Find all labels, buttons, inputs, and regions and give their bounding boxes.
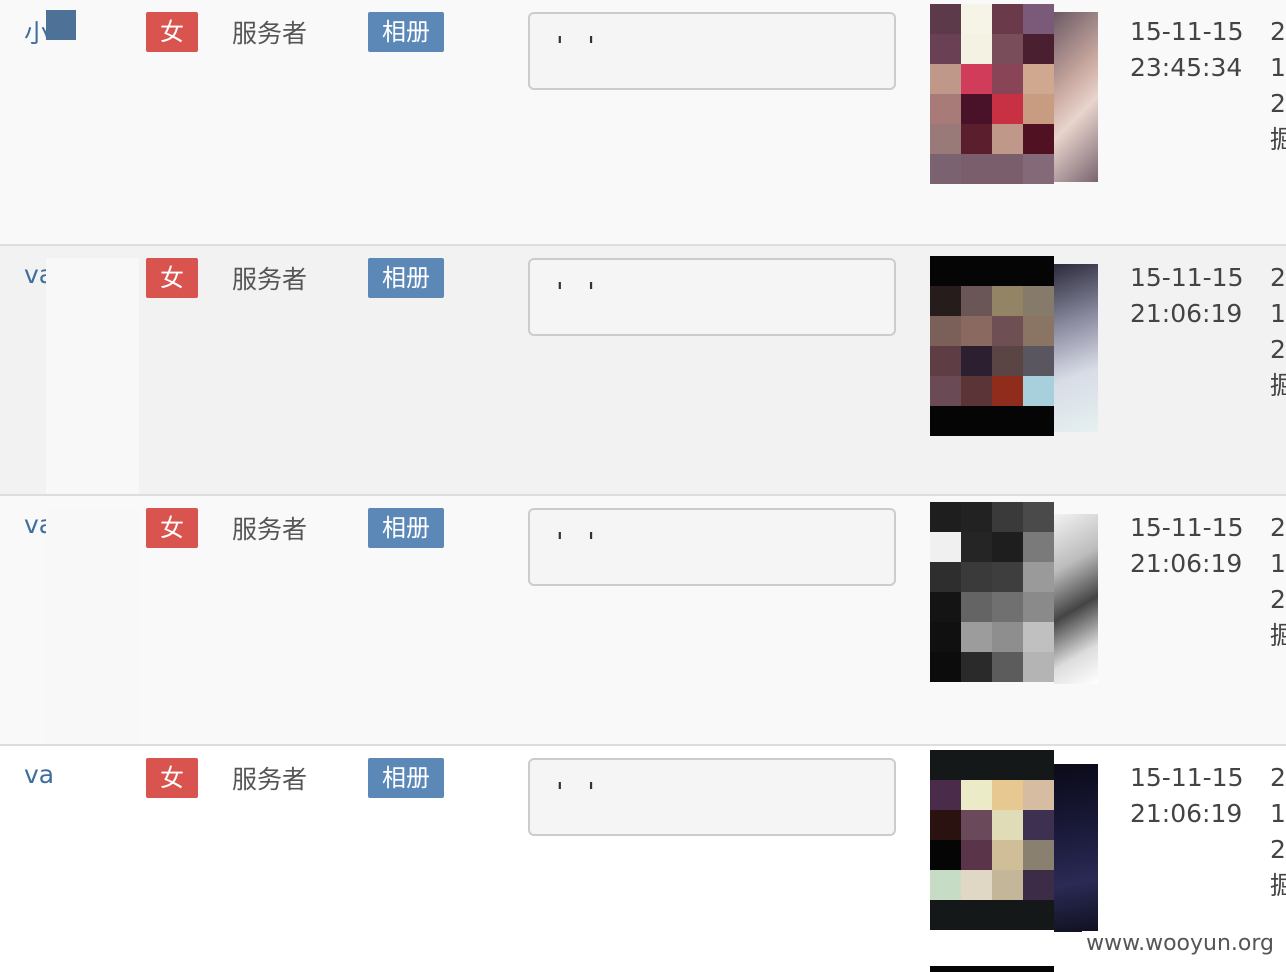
timestamp-time: 23:45:34	[1130, 53, 1243, 82]
avatar-photo[interactable]	[1054, 514, 1098, 684]
truncated-text: 2	[1270, 763, 1286, 792]
truncated-text: 1	[1270, 549, 1286, 578]
table-row: 小 女 服务者 相册 ' ' 15-11-15 23:45:34 2 1 2 掘	[0, 0, 1286, 250]
truncated-text: 1	[1270, 53, 1286, 82]
avatar-mosaic[interactable]	[930, 502, 1054, 682]
avatar-mosaic[interactable]	[930, 256, 1054, 436]
timestamp-date: 15-11-15	[1130, 763, 1244, 792]
quote-field: ' '	[528, 12, 896, 90]
gender-badge: 女	[146, 12, 198, 52]
gender-badge: 女	[146, 758, 198, 798]
timestamp-time: 21:06:19	[1130, 799, 1243, 828]
quote-text: ' '	[552, 278, 599, 308]
quote-text: ' '	[552, 778, 599, 808]
avatar-mosaic[interactable]	[930, 750, 1054, 930]
truncated-column: 2 1 2 掘	[1270, 14, 1286, 158]
role-label: 服务者	[232, 265, 308, 294]
timestamp: 15-11-15 21:06:19	[1130, 510, 1243, 582]
truncated-text: 2	[1270, 513, 1286, 542]
album-button[interactable]: 相册	[368, 758, 444, 798]
truncated-column: 2 1 2 掘	[1270, 760, 1286, 904]
quote-text: ' '	[552, 528, 599, 558]
truncated-text: 2	[1270, 17, 1286, 46]
username-link[interactable]: va	[24, 760, 54, 789]
role-label: 服务者	[232, 765, 308, 794]
redaction-block	[46, 258, 139, 504]
gender-badge: 女	[146, 258, 198, 298]
watermark: www.wooyun.org	[1082, 931, 1278, 956]
truncated-text: 2	[1270, 835, 1286, 864]
avatar-mosaic[interactable]	[930, 4, 1054, 184]
timestamp-date: 15-11-15	[1130, 513, 1244, 542]
quote-field: ' '	[528, 508, 896, 586]
table-row: va 女 服务者 相册 ' ' 15-11-15 21:06:19 2 1 2 …	[0, 244, 1286, 504]
album-button[interactable]: 相册	[368, 12, 444, 52]
timestamp-date: 15-11-15	[1130, 17, 1244, 46]
role-label: 服务者	[232, 515, 308, 544]
quote-field: ' '	[528, 758, 896, 836]
avatar-photo[interactable]	[1054, 12, 1098, 182]
table-row: va 女 服务者 相册 ' ' 15-11-15 21:06:19 2 1 2 …	[0, 494, 1286, 754]
truncated-text: 掘	[1270, 125, 1286, 154]
timestamp-time: 21:06:19	[1130, 549, 1243, 578]
timestamp-time: 21:06:19	[1130, 299, 1243, 328]
truncated-text: 掘	[1270, 871, 1286, 900]
truncated-text: 掘	[1270, 621, 1286, 650]
redaction-block	[46, 508, 139, 754]
truncated-text: 1	[1270, 799, 1286, 828]
timestamp: 15-11-15 21:06:19	[1130, 760, 1243, 832]
timestamp: 15-11-15 21:06:19	[1130, 260, 1243, 332]
album-button[interactable]: 相册	[368, 508, 444, 548]
next-thumb-edge	[930, 966, 1054, 972]
truncated-text: 1	[1270, 299, 1286, 328]
timestamp: 15-11-15 23:45:34	[1130, 14, 1243, 86]
gender-badge: 女	[146, 508, 198, 548]
redaction-block	[46, 10, 76, 40]
timestamp-date: 15-11-15	[1130, 263, 1244, 292]
role-label: 服务者	[232, 19, 308, 48]
truncated-column: 2 1 2 掘	[1270, 260, 1286, 404]
truncated-text: 2	[1270, 335, 1286, 364]
quote-field: ' '	[528, 258, 896, 336]
truncated-text: 2	[1270, 585, 1286, 614]
truncated-column: 2 1 2 掘	[1270, 510, 1286, 654]
quote-text: ' '	[552, 32, 599, 62]
truncated-text: 2	[1270, 89, 1286, 118]
avatar-photo[interactable]	[1054, 764, 1098, 932]
truncated-text: 2	[1270, 263, 1286, 292]
avatar-photo[interactable]	[1054, 264, 1098, 432]
album-button[interactable]: 相册	[368, 258, 444, 298]
truncated-text: 掘	[1270, 371, 1286, 400]
